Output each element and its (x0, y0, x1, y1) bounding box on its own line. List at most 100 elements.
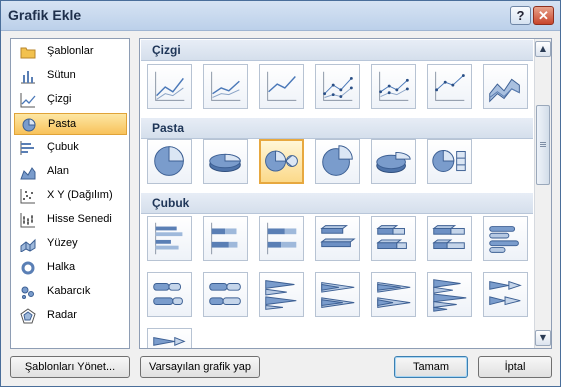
chart-subtype-pie-icon (265, 150, 298, 172)
chart-type-label: Hisse Senedi (47, 213, 112, 225)
chart-type-label: Radar (47, 309, 77, 321)
scroll-thumb[interactable] (536, 105, 550, 185)
chart-subtype-bar-11[interactable] (315, 272, 360, 317)
chart-subtype-bar-14[interactable] (483, 272, 528, 317)
chart-type-templates[interactable]: Şablonlar (14, 41, 127, 63)
chart-subtype-pie-4[interactable] (315, 139, 360, 184)
chart-subtype-bar-icon (321, 282, 355, 308)
section-header-bar: Çubuk (141, 193, 533, 214)
chart-subtype-bar-icon (377, 282, 411, 308)
section-header-pie: Pasta (141, 118, 533, 139)
chart-type-label: Yüzey (47, 237, 78, 249)
chart-type-doughnut[interactable]: Halka (14, 257, 127, 279)
scroll-up-button[interactable]: ▲ (535, 41, 551, 57)
chart-subtype-line-icon (323, 71, 353, 101)
chart-subtype-bar-icon (209, 283, 241, 306)
chart-subtype-bar-4[interactable] (315, 216, 360, 261)
insert-chart-dialog: Grafik Ekle ? ✕ Şablonlar Sütun Çizgi Pa… (0, 0, 561, 387)
chart-subtype-pie-icon (322, 145, 353, 176)
chart-subtype-bar-icon (432, 225, 465, 250)
close-button[interactable]: ✕ (533, 6, 554, 25)
chart-subtype-bar-6[interactable] (427, 216, 472, 261)
chart-type-label: X Y (Dağılım) (47, 189, 113, 201)
chart-type-label: Çizgi (47, 93, 72, 105)
chart-subtype-pie-6[interactable] (427, 139, 472, 184)
chart-subtype-line-icon (211, 71, 241, 101)
chart-type-column[interactable]: Sütun (14, 65, 127, 87)
bubble-chart-icon (21, 286, 34, 299)
section-title: Pasta (152, 121, 185, 135)
chart-subtype-bar-7[interactable] (483, 216, 528, 261)
chart-subtype-bar-1[interactable] (147, 216, 192, 261)
pie-chart-icon (22, 118, 36, 132)
chart-type-bar[interactable]: Çubuk (14, 137, 127, 159)
chart-type-label: Çubuk (47, 141, 79, 153)
chart-subtype-pie-1[interactable] (147, 139, 192, 184)
stock-chart-icon (20, 213, 35, 228)
chart-subtype-line-icon (435, 71, 465, 101)
help-button[interactable]: ? (510, 6, 531, 25)
chart-subtype-pie-3[interactable] (259, 139, 304, 184)
chart-subtype-line-6[interactable] (427, 64, 472, 109)
set-default-chart-button[interactable]: Varsayılan grafik yap (140, 356, 260, 378)
chart-subtype-bar-15[interactable] (147, 328, 192, 348)
chart-subtype-bar-icon (267, 222, 297, 255)
chart-subtype-line-7[interactable] (483, 64, 528, 109)
chart-subtype-bar-icon (211, 222, 238, 255)
bar-chart-icon (20, 141, 34, 155)
chart-subtype-pie-5[interactable] (371, 139, 416, 184)
chart-subtype-line-4[interactable] (315, 64, 360, 109)
chart-subtype-pie-icon (209, 153, 241, 173)
chart-subtype-bar-icon (265, 280, 297, 310)
section-title: Çubuk (152, 196, 190, 210)
chart-subtype-line-3[interactable] (259, 64, 304, 109)
chart-subtype-bar-8[interactable] (147, 272, 192, 317)
surface-chart-icon (20, 238, 36, 252)
chart-subtype-bar-12[interactable] (371, 272, 416, 317)
scroll-down-button[interactable]: ▼ (535, 330, 551, 346)
chart-subtype-pie-2[interactable] (203, 139, 248, 184)
chart-type-area[interactable]: Alan (14, 161, 127, 183)
chart-subtype-bar-icon (376, 225, 407, 250)
chart-type-label: Kabarcık (47, 285, 91, 297)
chart-subtype-bar-icon (153, 283, 183, 306)
section-title: Çizgi (152, 43, 181, 57)
chart-subtype-gallery: Çizgi Pasta Çubuk ▲ ▼ (139, 38, 552, 349)
vertical-scrollbar[interactable]: ▲ ▼ (534, 39, 551, 348)
chart-subtype-line-2[interactable] (203, 64, 248, 109)
manage-templates-button[interactable]: Şablonları Yönet... (10, 356, 130, 378)
chart-subtype-bar-10[interactable] (259, 272, 304, 317)
chart-type-radar[interactable]: Radar (14, 305, 127, 327)
chart-subtype-pie-icon (432, 150, 466, 173)
chart-subtype-bar-2[interactable] (203, 216, 248, 261)
chart-subtype-bar-9[interactable] (203, 272, 248, 317)
chart-subtype-bar-icon (489, 226, 519, 253)
chart-subtype-line-icon (155, 71, 185, 101)
folder-icon (20, 47, 36, 59)
chart-subtype-line-5[interactable] (371, 64, 416, 109)
scatter-chart-icon (20, 189, 35, 204)
chart-type-label: Şablonlar (47, 45, 94, 57)
doughnut-chart-icon (21, 261, 35, 275)
area-chart-icon (20, 167, 36, 180)
gallery-content: Çizgi Pasta Çubuk (140, 39, 534, 348)
chart-subtype-bar-icon (489, 280, 522, 306)
chart-type-stock[interactable]: Hisse Senedi (14, 209, 127, 231)
chart-subtype-bar-icon (433, 279, 467, 312)
chart-type-label: Sütun (47, 69, 76, 81)
chart-type-bubble[interactable]: Kabarcık (14, 281, 127, 303)
chart-type-label: Alan (47, 165, 70, 177)
title-bar: Grafik Ekle ? ✕ (1, 1, 560, 31)
chart-subtype-bar-13[interactable] (427, 272, 472, 317)
chart-subtype-line-icon (379, 71, 409, 101)
chart-subtype-line-icon (489, 78, 520, 103)
chart-type-pie[interactable]: Pasta (14, 113, 127, 135)
ok-button[interactable]: Tamam (394, 356, 468, 378)
cancel-button[interactable]: İptal (478, 356, 552, 378)
chart-type-line[interactable]: Çizgi (14, 89, 127, 111)
chart-subtype-line-1[interactable] (147, 64, 192, 109)
chart-subtype-bar-3[interactable] (259, 216, 304, 261)
chart-type-surface[interactable]: Yüzey (14, 233, 127, 255)
chart-type-scatter[interactable]: X Y (Dağılım) (14, 185, 127, 207)
chart-subtype-bar-5[interactable] (371, 216, 416, 261)
